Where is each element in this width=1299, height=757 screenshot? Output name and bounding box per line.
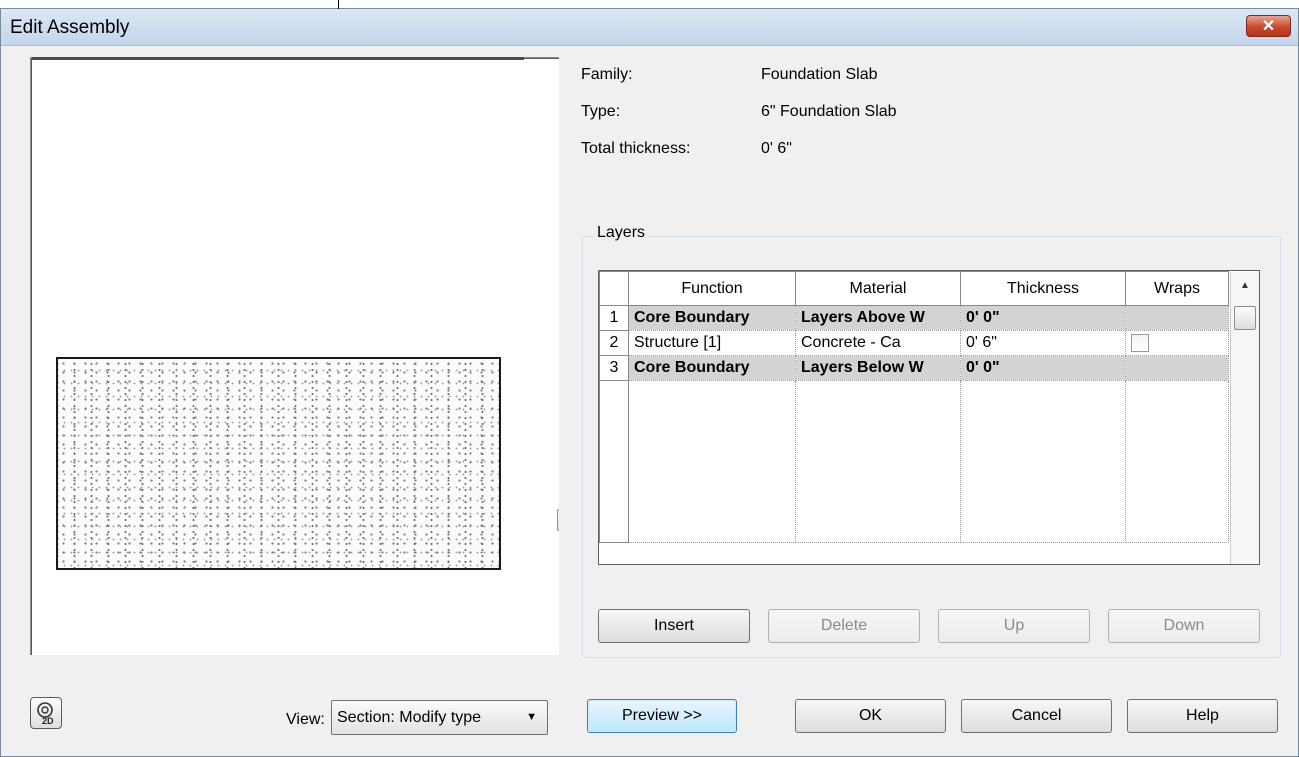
wraps-cell (1125, 305, 1229, 331)
layers-table: Function Material Thickness Wraps 1 Core… (599, 271, 1229, 543)
row-number[interactable]: 3 (599, 355, 629, 381)
delete-button[interactable]: Delete (768, 609, 920, 643)
table-row[interactable]: 1 Core Boundary Layers Above W 0' 0" (599, 305, 1229, 331)
layers-scrollbar[interactable]: ▲ (1230, 272, 1259, 564)
material-cell[interactable]: Concrete - Ca (795, 330, 961, 356)
material-cell[interactable]: Layers Above W (795, 305, 961, 331)
close-button[interactable]: ✕ (1246, 15, 1291, 37)
help-button[interactable]: Help (1127, 699, 1278, 733)
family-value: Foundation Slab (761, 66, 878, 83)
empty-cell (795, 380, 961, 543)
view-select-value: Section: Modify type (337, 709, 482, 726)
preview-scroll-thumb[interactable] (557, 509, 559, 531)
material-cell[interactable]: Layers Below W (795, 355, 961, 381)
concrete-slab-section (56, 357, 501, 570)
preview-button[interactable]: Preview >> (587, 699, 737, 733)
total-thickness-label: Total thickness: (581, 140, 691, 157)
column-header-wraps[interactable]: Wraps (1125, 271, 1229, 306)
up-button[interactable]: Up (938, 609, 1090, 643)
function-cell[interactable]: Core Boundary (628, 355, 796, 381)
function-cell[interactable]: Core Boundary (628, 305, 796, 331)
preview-top-border (32, 57, 524, 60)
family-label: Family: (581, 66, 633, 83)
view-select[interactable]: Section: Modify type ▼ (331, 700, 548, 735)
column-header-function[interactable]: Function (628, 271, 796, 306)
thickness-cell[interactable]: 0' 0" (960, 305, 1126, 331)
thickness-cell[interactable]: 0' 6" (960, 330, 1126, 356)
title-bar: Edit Assembly ✕ (1, 9, 1298, 46)
section-preview-pane[interactable]: ▲ (30, 57, 559, 655)
type-label: Type: (581, 103, 621, 120)
total-thickness-value: 0' 6" (761, 140, 792, 157)
layers-table-container: Function Material Thickness Wraps 1 Core… (598, 270, 1260, 565)
empty-row-number (599, 380, 629, 543)
cancel-button[interactable]: Cancel (961, 699, 1112, 733)
view-2d-icon[interactable]: 2D (30, 697, 62, 729)
column-header-material[interactable]: Material (795, 271, 961, 306)
header-corner (599, 271, 629, 306)
layers-group-label: Layers (594, 224, 649, 242)
grid-scroll-thumb[interactable] (1234, 306, 1256, 330)
wraps-cell (1125, 330, 1229, 356)
thickness-cell[interactable]: 0' 0" (960, 355, 1126, 381)
empty-cell (960, 380, 1126, 543)
empty-row (599, 380, 1229, 543)
row-number[interactable]: 1 (599, 305, 629, 331)
divider-mark (338, 0, 339, 9)
svg-text:2D: 2D (42, 716, 54, 726)
view-label: View: (286, 711, 325, 728)
view-2d-glyph-icon: 2D (37, 702, 54, 726)
table-header-row: Function Material Thickness Wraps (599, 271, 1229, 306)
grid-scroll-up-icon[interactable]: ▲ (1231, 280, 1259, 291)
wraps-cell (1125, 355, 1229, 381)
wraps-checkbox[interactable] (1131, 333, 1149, 352)
insert-button[interactable]: Insert (598, 609, 750, 643)
column-header-thickness[interactable]: Thickness (960, 271, 1126, 306)
type-value: 6" Foundation Slab (761, 103, 897, 120)
row-number[interactable]: 2 (599, 330, 629, 356)
table-row[interactable]: 2 Structure [1] Concrete - Ca 0' 6" (599, 330, 1229, 356)
dialog-title: Edit Assembly (10, 17, 130, 38)
empty-cell (1125, 380, 1229, 543)
table-row[interactable]: 3 Core Boundary Layers Below W 0' 0" (599, 355, 1229, 381)
chevron-down-icon: ▼ (526, 711, 537, 723)
ok-button[interactable]: OK (795, 699, 946, 733)
down-button[interactable]: Down (1108, 609, 1260, 643)
function-cell[interactable]: Structure [1] (628, 330, 796, 356)
empty-cell (628, 380, 796, 543)
